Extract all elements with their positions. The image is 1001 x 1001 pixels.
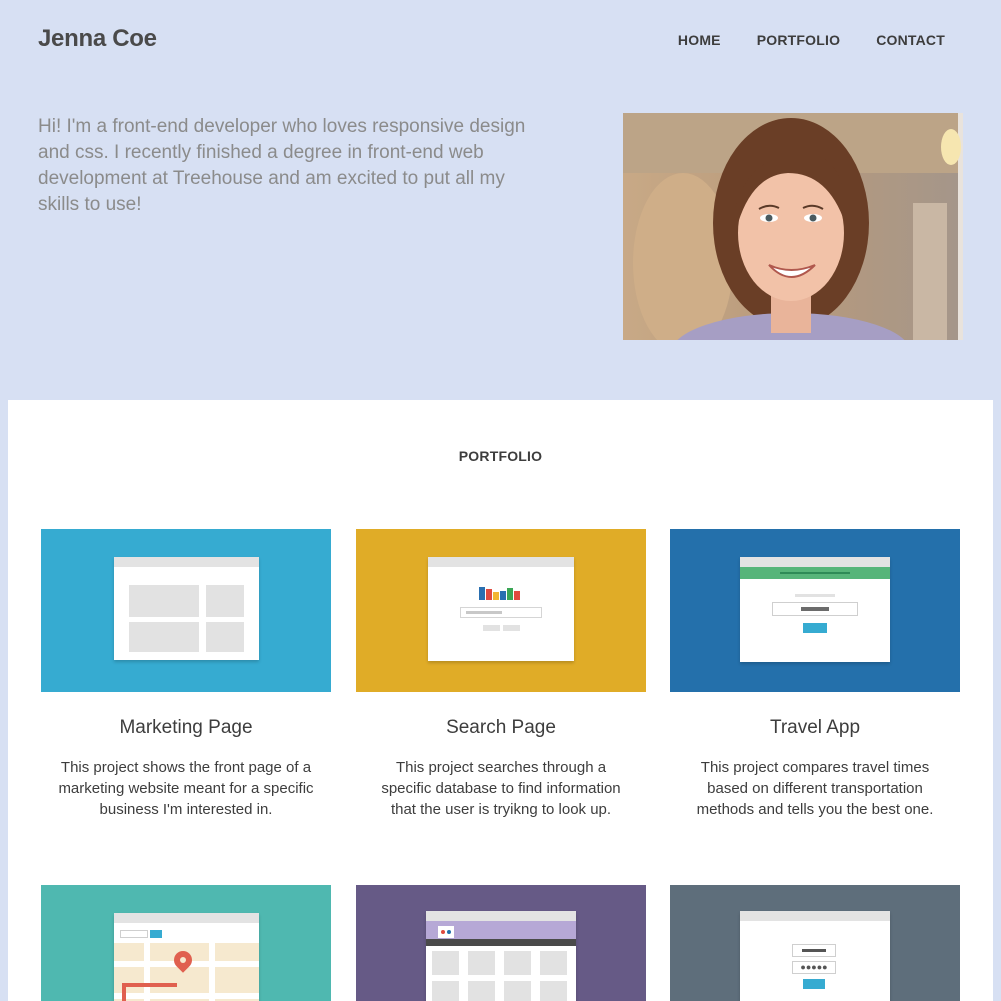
- project-thumbnail[interactable]: [41, 885, 331, 1001]
- browser-window-icon: [740, 557, 890, 662]
- project-thumbnail[interactable]: ●●●●●: [670, 885, 960, 1001]
- project-thumbnail[interactable]: [356, 529, 646, 692]
- project-card[interactable]: ●●●●●: [670, 885, 960, 1001]
- project-thumbnail[interactable]: [41, 529, 331, 692]
- nav-home-link[interactable]: HOME: [678, 32, 721, 48]
- project-thumbnail[interactable]: [670, 529, 960, 692]
- project-card[interactable]: [356, 885, 646, 1001]
- portfolio-heading: PORTFOLIO: [458, 448, 543, 464]
- project-title: Marketing Page: [119, 717, 253, 738]
- project-card[interactable]: Travel App This project compares travel …: [670, 529, 960, 820]
- project-description: This project searches through a specific…: [381, 759, 621, 818]
- project-card[interactable]: Marketing Page This project shows the fr…: [41, 529, 331, 820]
- browser-window-icon: [114, 913, 259, 1001]
- browser-window-icon: ●●●●●: [740, 911, 890, 1001]
- project-title: Travel App: [769, 717, 861, 738]
- browser-window-icon: [428, 557, 574, 661]
- profile-photo: [623, 113, 963, 340]
- project-description: This project compares travel times based…: [696, 759, 934, 818]
- project-thumbnail[interactable]: [356, 885, 646, 1001]
- nav-portfolio-link[interactable]: PORTFOLIO: [757, 32, 840, 48]
- project-card[interactable]: Search Page This project searches throug…: [356, 529, 646, 820]
- project-description: This project shows the front page of a m…: [58, 759, 314, 818]
- browser-window-icon: [114, 557, 259, 660]
- intro-text: Hi! I'm a front-end developer who loves …: [38, 116, 526, 215]
- site-header: Jenna Coe HOME PORTFOLIO CONTACT: [0, 0, 1001, 80]
- site-logo[interactable]: Jenna Coe: [38, 25, 157, 53]
- project-title: Search Page: [446, 717, 556, 738]
- browser-window-icon: [426, 911, 576, 1001]
- nav-contact-link[interactable]: CONTACT: [876, 32, 945, 48]
- password-dots-icon: ●●●●●: [792, 961, 836, 974]
- portfolio-section: PORTFOLIO Marketing Page This project sh…: [8, 400, 993, 1001]
- project-card[interactable]: [41, 885, 331, 1001]
- main-nav: HOME PORTFOLIO CONTACT: [642, 32, 945, 48]
